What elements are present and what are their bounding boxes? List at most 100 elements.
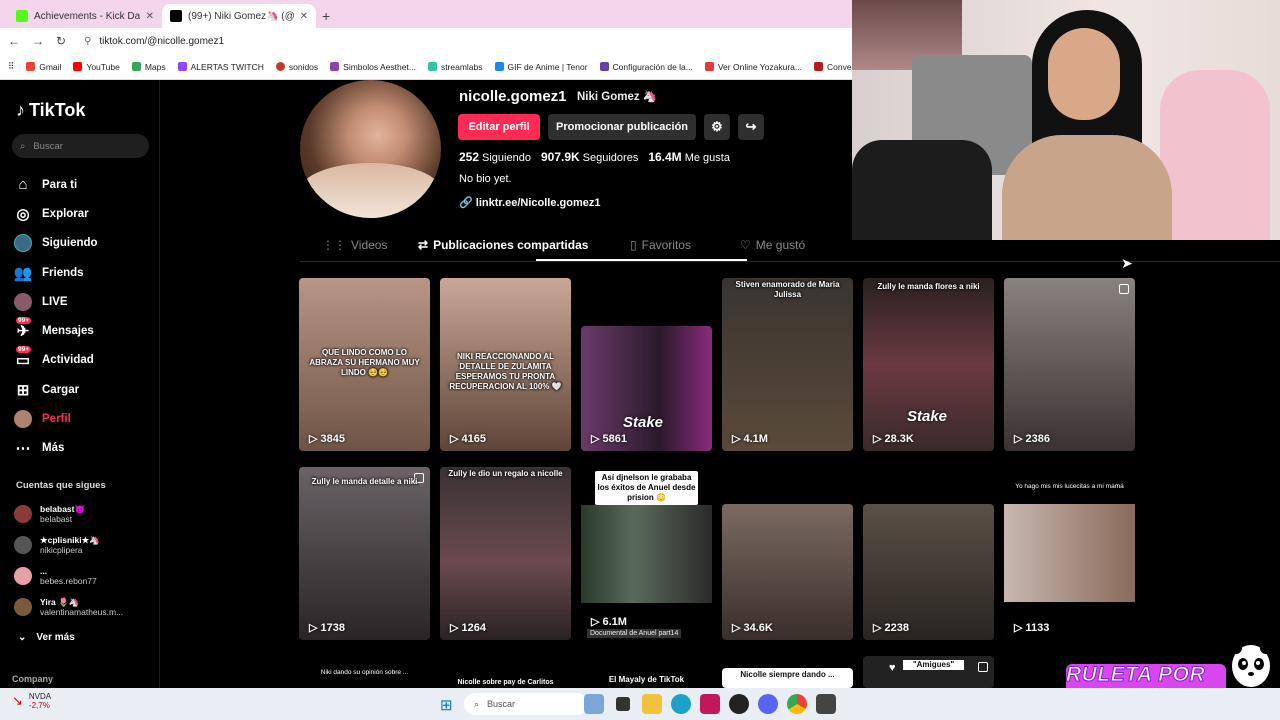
tab-reposts[interactable]: ⇄ Publicaciones compartidas bbox=[418, 238, 588, 252]
profile-avatar-large[interactable] bbox=[300, 80, 441, 218]
bookmark-alertas-twitch[interactable]: ALERTAS TWITCH bbox=[177, 62, 264, 72]
video-card[interactable]: Stiven enamorado de Maria Julissa ▷ 4.1M bbox=[722, 278, 853, 451]
close-tab-icon[interactable]: ✕ bbox=[300, 11, 308, 22]
reload-icon[interactable]: ↻ bbox=[56, 34, 66, 48]
sidebar-item-mas[interactable]: ⋯ Más bbox=[14, 434, 154, 463]
sidebar-item-cargar[interactable]: ⊞ Cargar bbox=[14, 375, 154, 404]
obs-icon[interactable] bbox=[729, 694, 749, 714]
task-view-icon[interactable] bbox=[616, 697, 630, 711]
video-card[interactable]: Stake ▷ 5861 bbox=[581, 326, 712, 451]
close-tab-icon[interactable]: ✕ bbox=[146, 11, 154, 22]
avatar bbox=[14, 566, 32, 585]
view-count: ▷ 3845 bbox=[309, 432, 345, 446]
video-card[interactable]: NIKI REACCIONANDO AL DETALLE DE ZULAMITA… bbox=[440, 278, 571, 451]
video-card[interactable]: Niki dando su opinión sobre ... bbox=[299, 663, 430, 688]
company-link[interactable]: Company bbox=[12, 674, 53, 684]
tab-liked[interactable]: ♡ Me gustó bbox=[740, 238, 805, 252]
discord-icon[interactable] bbox=[758, 694, 778, 714]
tab-videos[interactable]: ⋮⋮ Videos bbox=[322, 238, 387, 252]
apps-grid-icon[interactable]: ⠿ bbox=[8, 61, 14, 72]
bookmark-icon: ▯ bbox=[630, 238, 637, 252]
video-card[interactable]: Zully le dio un regalo a nicolle ▷ 1264 bbox=[440, 467, 571, 640]
video-card[interactable]: Así djnelson le grababa los éxitos de An… bbox=[581, 467, 712, 640]
video-caption: "Amigues" bbox=[903, 660, 964, 670]
bookmark-yozakura[interactable]: Ver Online Yozakura... bbox=[704, 62, 802, 72]
bookmark-configuracion[interactable]: Configuración de la... bbox=[599, 62, 693, 72]
bookmark-gmail[interactable]: Gmail bbox=[26, 62, 61, 72]
url-field[interactable]: ⚲ tiktok.com/@nicolle.gomez1 bbox=[78, 31, 852, 51]
browser-tab-tiktok[interactable]: (99+) Niki Gomez🦄 (@nicolle_gomez1) ✕ bbox=[162, 4, 316, 28]
browser-tab-strip: Achievements - Kick Dashboard ✕ (99+) Ni… bbox=[0, 0, 852, 28]
grid-icon: ⋮⋮ bbox=[322, 238, 346, 252]
browser-tab-kick[interactable]: Achievements - Kick Dashboard ✕ bbox=[8, 4, 162, 28]
play-icon: ▷ bbox=[873, 622, 882, 634]
settings-button[interactable]: ⚙ bbox=[704, 114, 730, 140]
chrome-icon[interactable] bbox=[787, 694, 807, 714]
stock-change: -2,7% bbox=[28, 701, 50, 710]
bookmark-sonidos[interactable]: sonidos bbox=[275, 62, 318, 72]
more-icon: ⋯ bbox=[15, 440, 31, 458]
video-card[interactable]: El Mayaly de TikTok bbox=[581, 672, 712, 688]
bookmark-convertir[interactable]: Convertir W bbox=[813, 62, 852, 72]
following-stat[interactable]: 252 Siguiendo bbox=[459, 150, 531, 164]
sidebar-item-friends[interactable]: 👥 Friends bbox=[14, 258, 154, 287]
upload-icon: ⊞ bbox=[16, 381, 30, 399]
maps-icon bbox=[131, 62, 141, 71]
video-card[interactable]: Yo hago mis mis lucecitas a mi mamá ▷ 113… bbox=[1004, 480, 1135, 640]
messages-icon: ✈ 99+ bbox=[16, 317, 32, 341]
following-account[interactable]: ★cplisniki★🦄 nikicplipera bbox=[14, 529, 154, 560]
widgets-app-icon[interactable] bbox=[584, 694, 604, 714]
site-info-icon[interactable]: ⚲ bbox=[84, 36, 91, 47]
sidebar-item-mensajes[interactable]: ✈ 99+ Mensajes bbox=[14, 316, 154, 345]
bookmark-tenor[interactable]: GIF de Anime | Tenor bbox=[494, 62, 588, 72]
edge-icon[interactable] bbox=[671, 694, 691, 714]
video-card[interactable]: ▷ 2386 bbox=[1004, 278, 1135, 451]
video-card[interactable]: Nicolle sobre pay de Carlitos bbox=[440, 676, 571, 688]
windows-start-icon[interactable]: ⊞ bbox=[440, 696, 453, 714]
share-button[interactable]: ↪ bbox=[738, 114, 764, 140]
sidebar-item-live[interactable]: LIVE bbox=[14, 287, 154, 316]
bookmark-youtube[interactable]: YouTube bbox=[73, 62, 120, 72]
video-card[interactable]: ▷ 34.6K bbox=[722, 504, 853, 640]
video-card[interactable]: Zully le manda flores a niki Stake ▷ 28.3… bbox=[863, 278, 994, 451]
file-explorer-icon[interactable] bbox=[642, 694, 662, 714]
video-card[interactable]: QUE LINDO COMO LO ABRAZA SU HERMANO MUY … bbox=[299, 278, 430, 451]
sidebar-item-actividad[interactable]: ▭ 99+ Actividad bbox=[14, 346, 154, 375]
view-count: ▷ 2238 bbox=[873, 621, 909, 635]
following-account[interactable]: Yira 🌷🦄 valentinamatheus.m... bbox=[14, 591, 154, 622]
see-more-button[interactable]: ⌄ Ver más bbox=[18, 632, 75, 643]
view-count: ▷ 34.6K bbox=[732, 621, 773, 635]
video-card[interactable]: ♥ "Amigues" bbox=[863, 656, 994, 688]
snipping-tool-icon[interactable] bbox=[700, 694, 720, 714]
back-icon[interactable]: ← bbox=[8, 34, 20, 48]
video-card[interactable]: Nicolle siempre dando ... bbox=[722, 668, 853, 688]
edit-profile-button[interactable]: Editar perfil bbox=[458, 114, 540, 140]
bookmark-simbolos[interactable]: Simbolos Aesthet... bbox=[330, 62, 416, 72]
profile-link[interactable]: 🔗 linktr.ee/Nicolle.gomez1 bbox=[459, 196, 600, 209]
sidebar-item-siguiendo[interactable]: Siguiendo bbox=[14, 229, 154, 258]
tab-favorites[interactable]: ▯ Favoritos bbox=[630, 238, 691, 252]
link-icon: 🔗 bbox=[459, 197, 473, 209]
tiktok-logo[interactable]: ♪ TikTok bbox=[16, 100, 85, 121]
search-icon: ⌕ bbox=[474, 698, 480, 709]
bookmark-maps[interactable]: Maps bbox=[131, 62, 166, 72]
video-card[interactable]: Zully le manda detalle a niki ▷ 1738 bbox=[299, 467, 430, 640]
following-account[interactable]: ... bebes.rebon77 bbox=[14, 560, 154, 591]
promote-post-button[interactable]: Promocionar publicación bbox=[548, 114, 696, 140]
forward-icon[interactable]: → bbox=[32, 34, 44, 48]
stock-widget[interactable]: ↘ NVDA -2,7% bbox=[12, 692, 51, 710]
app-icon[interactable] bbox=[816, 694, 836, 714]
webcam-overlay bbox=[852, 0, 1280, 240]
sidebar-item-explorar[interactable]: ◎ Explorar bbox=[14, 199, 154, 228]
tiktok-note-icon: ♪ bbox=[16, 100, 25, 120]
sidebar-item-para-ti[interactable]: ⌂ Para ti bbox=[14, 170, 154, 199]
sidebar-search-input[interactable]: ⌕ Buscar bbox=[12, 134, 149, 158]
new-tab-icon[interactable]: + bbox=[316, 8, 336, 28]
taskbar-search-input[interactable]: ⌕ Buscar bbox=[464, 693, 588, 715]
video-card[interactable]: ▷ 2238 bbox=[863, 504, 994, 640]
sidebar-item-perfil[interactable]: Perfil bbox=[14, 404, 154, 433]
followers-stat[interactable]: 907.9K Seguidores bbox=[541, 150, 638, 164]
bookmark-streamlabs[interactable]: streamlabs bbox=[427, 62, 483, 72]
tiktok-sidebar: ♪ TikTok ⌕ Buscar ⌂ Para ti ◎ Explorar Sig… bbox=[0, 80, 160, 688]
following-account[interactable]: belabast😈 belabast bbox=[14, 498, 154, 529]
